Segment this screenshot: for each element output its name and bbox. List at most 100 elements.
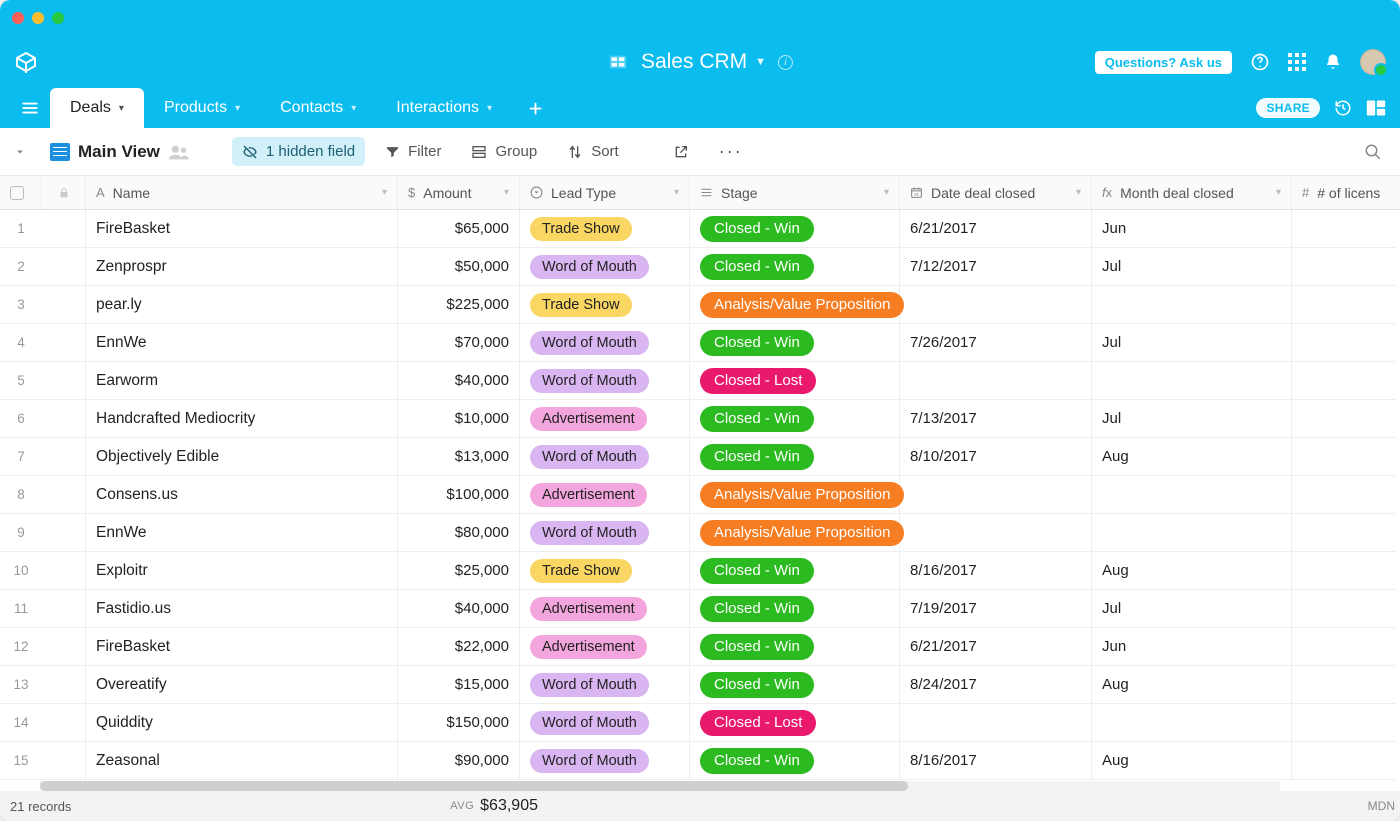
cell-stage[interactable]: Closed - Win: [690, 248, 900, 286]
row-expand[interactable]: [42, 248, 86, 286]
cell-date[interactable]: [900, 514, 1092, 552]
cell-month[interactable]: Aug: [1092, 742, 1292, 780]
row-expand[interactable]: [42, 362, 86, 400]
cell-licenses[interactable]: [1292, 666, 1396, 704]
record-row[interactable]: 3pear.ly$225,000Trade ShowAnalysis/Value…: [0, 286, 1400, 324]
cell-month[interactable]: [1092, 286, 1292, 324]
cell-name[interactable]: Objectively Edible: [86, 438, 398, 476]
cell-date[interactable]: [900, 286, 1092, 324]
cell-name[interactable]: Consens.us: [86, 476, 398, 514]
cell-amount[interactable]: $80,000: [398, 514, 520, 552]
row-expand[interactable]: [42, 400, 86, 438]
cell-stage[interactable]: Closed - Win: [690, 324, 900, 362]
cell-leadtype[interactable]: Trade Show: [520, 552, 690, 590]
cell-stage[interactable]: Closed - Win: [690, 666, 900, 704]
record-row[interactable]: 9EnnWe$80,000Word of MouthAnalysis/Value…: [0, 514, 1400, 552]
row-expand[interactable]: [42, 438, 86, 476]
cell-amount[interactable]: $10,000: [398, 400, 520, 438]
cell-month[interactable]: Jul: [1092, 590, 1292, 628]
record-row[interactable]: 7Objectively Edible$13,000Word of MouthC…: [0, 438, 1400, 476]
scroll-thumb[interactable]: [40, 781, 908, 791]
record-row[interactable]: 5Earworm$40,000Word of MouthClosed - Los…: [0, 362, 1400, 400]
cell-month[interactable]: [1092, 514, 1292, 552]
cell-date[interactable]: 7/19/2017: [900, 590, 1092, 628]
cell-leadtype[interactable]: Word of Mouth: [520, 514, 690, 552]
record-row[interactable]: 12FireBasket$22,000AdvertisementClosed -…: [0, 628, 1400, 666]
cell-amount[interactable]: $70,000: [398, 324, 520, 362]
cell-date[interactable]: 6/21/2017: [900, 628, 1092, 666]
cell-stage[interactable]: Closed - Lost: [690, 362, 900, 400]
cell-stage[interactable]: Analysis/Value Proposition: [690, 476, 900, 514]
row-expand[interactable]: [42, 666, 86, 704]
cell-licenses[interactable]: [1292, 514, 1396, 552]
cell-date[interactable]: 8/10/2017: [900, 438, 1092, 476]
cell-stage[interactable]: Analysis/Value Proposition: [690, 514, 900, 552]
column-summary-amount[interactable]: AVG $63,905: [418, 797, 538, 815]
window-zoom-icon[interactable]: [52, 12, 64, 24]
cell-amount[interactable]: $65,000: [398, 210, 520, 248]
blocks-icon[interactable]: [1366, 99, 1390, 117]
cell-leadtype[interactable]: Word of Mouth: [520, 248, 690, 286]
cell-amount[interactable]: $22,000: [398, 628, 520, 666]
cell-stage[interactable]: Analysis/Value Proposition: [690, 286, 900, 324]
cell-amount[interactable]: $225,000: [398, 286, 520, 324]
cell-leadtype[interactable]: Advertisement: [520, 476, 690, 514]
help-icon[interactable]: [1250, 52, 1270, 72]
filter-button[interactable]: Filter: [375, 137, 451, 166]
cell-leadtype[interactable]: Trade Show: [520, 286, 690, 324]
cell-licenses[interactable]: [1292, 324, 1396, 362]
record-row[interactable]: 1FireBasket$65,000Trade ShowClosed - Win…: [0, 210, 1400, 248]
cell-name[interactable]: Exploitr: [86, 552, 398, 590]
cell-date[interactable]: 6/21/2017: [900, 210, 1092, 248]
row-index[interactable]: 3: [0, 286, 42, 324]
row-index[interactable]: 13: [0, 666, 42, 704]
ask-button[interactable]: Questions? Ask us: [1095, 51, 1232, 74]
cell-licenses[interactable]: [1292, 552, 1396, 590]
cell-month[interactable]: [1092, 476, 1292, 514]
cell-date[interactable]: 7/13/2017: [900, 400, 1092, 438]
share-view-icon[interactable]: [663, 138, 699, 166]
record-row[interactable]: 13Overeatify$15,000Word of MouthClosed -…: [0, 666, 1400, 704]
cell-leadtype[interactable]: Advertisement: [520, 628, 690, 666]
record-row[interactable]: 4EnnWe$70,000Word of MouthClosed - Win7/…: [0, 324, 1400, 362]
cell-licenses[interactable]: [1292, 476, 1396, 514]
record-row[interactable]: 14Quiddity$150,000Word of MouthClosed - …: [0, 704, 1400, 742]
column-header-stage[interactable]: Stage▾: [690, 176, 900, 209]
cell-amount[interactable]: $100,000: [398, 476, 520, 514]
row-index[interactable]: 6: [0, 400, 42, 438]
cell-licenses[interactable]: [1292, 210, 1396, 248]
cell-name[interactable]: FireBasket: [86, 210, 398, 248]
cell-leadtype[interactable]: Advertisement: [520, 590, 690, 628]
column-header-leadtype[interactable]: Lead Type▾: [520, 176, 690, 209]
row-index[interactable]: 4: [0, 324, 42, 362]
info-icon[interactable]: i: [778, 55, 793, 70]
cell-name[interactable]: Overeatify: [86, 666, 398, 704]
cell-leadtype[interactable]: Word of Mouth: [520, 324, 690, 362]
row-index[interactable]: 12: [0, 628, 42, 666]
cell-amount[interactable]: $90,000: [398, 742, 520, 780]
cell-stage[interactable]: Closed - Win: [690, 400, 900, 438]
notifications-icon[interactable]: [1324, 53, 1342, 71]
cell-licenses[interactable]: [1292, 742, 1396, 780]
row-expand[interactable]: [42, 286, 86, 324]
horizontal-scrollbar[interactable]: [40, 781, 1280, 791]
window-minimize-icon[interactable]: [32, 12, 44, 24]
group-button[interactable]: Group: [461, 137, 547, 166]
row-index[interactable]: 11: [0, 590, 42, 628]
select-all-checkbox[interactable]: [0, 176, 42, 209]
cell-amount[interactable]: $40,000: [398, 362, 520, 400]
cell-leadtype[interactable]: Word of Mouth: [520, 666, 690, 704]
cell-stage[interactable]: Closed - Win: [690, 628, 900, 666]
cell-month[interactable]: Aug: [1092, 552, 1292, 590]
cell-name[interactable]: Zeasonal: [86, 742, 398, 780]
row-index[interactable]: 5: [0, 362, 42, 400]
more-icon[interactable]: ···: [709, 135, 753, 168]
table-tab[interactable]: Contacts▾: [260, 88, 376, 128]
column-header-month[interactable]: fx Month deal closed▾: [1092, 176, 1292, 209]
row-expand[interactable]: [42, 590, 86, 628]
cell-month[interactable]: Aug: [1092, 438, 1292, 476]
table-tab[interactable]: Products▾: [144, 88, 260, 128]
cell-month[interactable]: [1092, 704, 1292, 742]
row-index[interactable]: 15: [0, 742, 42, 780]
row-index[interactable]: 1: [0, 210, 42, 248]
